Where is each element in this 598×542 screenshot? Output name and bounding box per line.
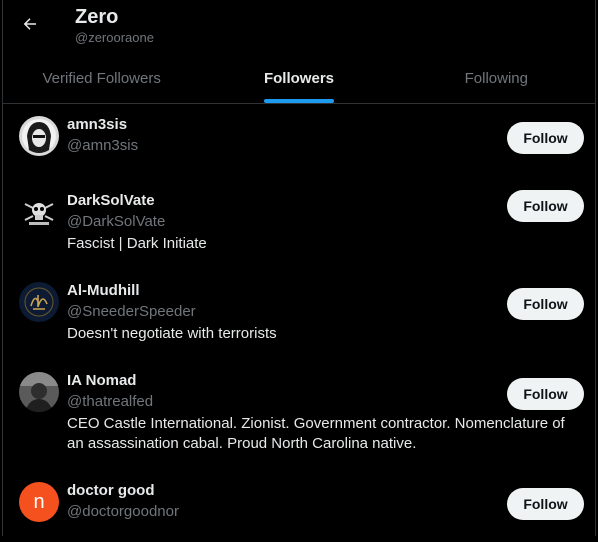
- profile-photo-icon: [19, 116, 59, 156]
- tab-label: Followers: [263, 69, 334, 87]
- calligraphy-emblem-icon: [19, 282, 59, 322]
- followers-list: amn3sis @amn3sis Follow DarkSolVate @Dar…: [3, 104, 595, 542]
- avatar-letter: n: [33, 490, 45, 513]
- follow-button[interactable]: Follow: [507, 488, 584, 520]
- follower-handle[interactable]: @doctorgoodnor: [67, 502, 581, 522]
- tab-followers[interactable]: Followers: [200, 53, 397, 103]
- tab-label: Verified Followers: [42, 69, 161, 87]
- list-item[interactable]: Al-Mudhill @SneederSpeeder Doesn't negot…: [3, 270, 595, 360]
- follower-bio: Doesn't negotiate with terrorists: [67, 325, 277, 342]
- follower-handle[interactable]: @thatrealfed: [67, 392, 581, 412]
- follower-name[interactable]: amn3sis: [67, 114, 581, 136]
- follower-handle[interactable]: @SneederSpeeder: [67, 302, 581, 322]
- tab-label: Following: [464, 69, 528, 87]
- avatar[interactable]: n: [19, 482, 59, 522]
- follower-name[interactable]: IA Nomad: [67, 370, 581, 392]
- tab-verified-followers[interactable]: Verified Followers: [3, 53, 200, 103]
- follower-bio: CEO Castle International. Zionist. Gover…: [67, 415, 565, 452]
- list-item[interactable]: amn3sis @amn3sis Follow: [3, 104, 595, 180]
- skull-emblem-icon: [19, 192, 59, 232]
- follower-bio: Fascist | Dark Initiate: [67, 235, 207, 252]
- avatar[interactable]: [19, 372, 59, 412]
- list-item[interactable]: IA Nomad @thatrealfed CEO Castle Interna…: [3, 360, 595, 470]
- follow-button[interactable]: Follow: [507, 288, 584, 320]
- back-button[interactable]: [14, 8, 46, 40]
- follower-name[interactable]: doctor good: [67, 480, 581, 502]
- follower-handle[interactable]: @DarkSolVate: [67, 212, 581, 232]
- follow-button[interactable]: Follow: [507, 378, 584, 410]
- avatar[interactable]: [19, 192, 59, 232]
- follower-name[interactable]: DarkSolVate: [67, 190, 581, 212]
- follower-name[interactable]: Al-Mudhill: [67, 280, 581, 302]
- page-handle: @zerooraone: [75, 30, 154, 45]
- tab-bar: Verified Followers Followers Following: [3, 53, 595, 104]
- avatar[interactable]: [19, 116, 59, 156]
- follow-button[interactable]: Follow: [507, 122, 584, 154]
- grayscale-portrait-icon: [19, 372, 59, 412]
- list-item[interactable]: n doctor good @doctorgoodnor Follow: [3, 470, 595, 542]
- follower-handle[interactable]: @amn3sis: [67, 136, 581, 156]
- follow-button[interactable]: Follow: [507, 190, 584, 222]
- active-tab-indicator: [263, 99, 334, 103]
- page-title: Zero: [75, 6, 119, 28]
- list-item[interactable]: DarkSolVate @DarkSolVate Fascist | Dark …: [3, 180, 595, 270]
- arrow-left-icon: [23, 18, 36, 30]
- avatar[interactable]: [19, 282, 59, 322]
- tab-following[interactable]: Following: [398, 53, 595, 103]
